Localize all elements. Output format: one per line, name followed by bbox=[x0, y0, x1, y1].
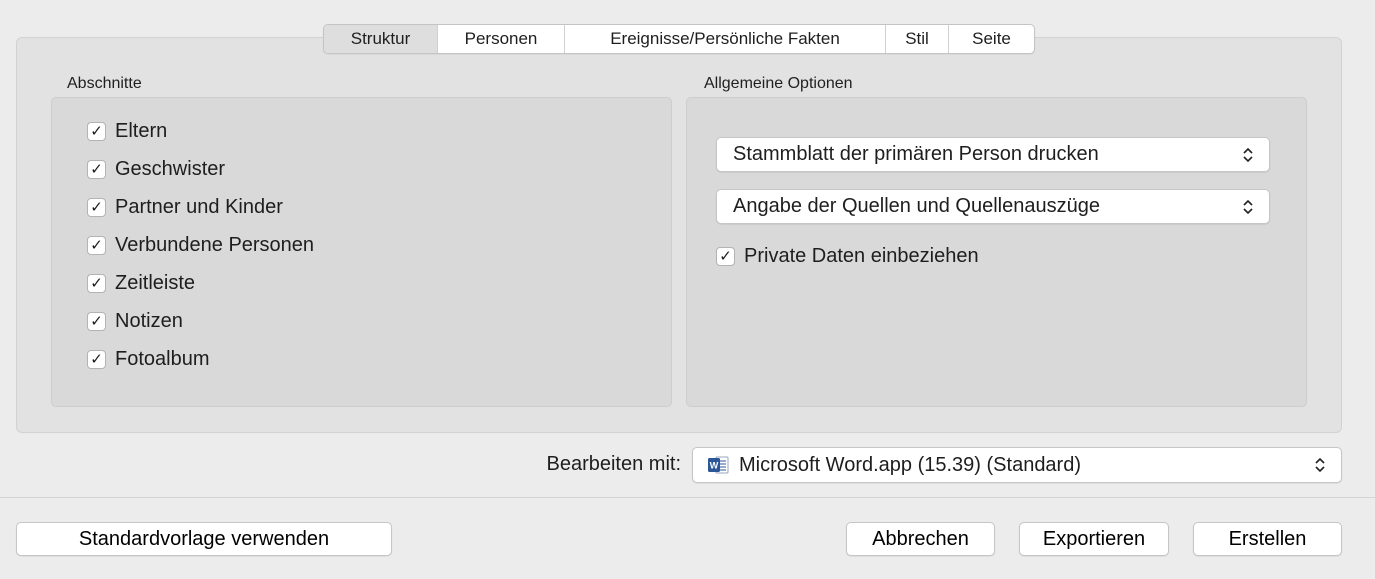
checkbox-label-verbundene-personen: Verbundene Personen bbox=[115, 233, 315, 256]
sections-group-box: ✓ Eltern ✓ Geschwister ✓ Partner und Kin… bbox=[51, 97, 672, 407]
checkbox-label-eltern: Eltern bbox=[115, 119, 168, 142]
checkbox-eltern[interactable]: ✓ bbox=[87, 121, 106, 141]
chevron-updown-icon bbox=[1237, 194, 1259, 220]
checkbox-label-fotoalbum: Fotoalbum bbox=[115, 347, 210, 370]
sections-group-title: Abschnitte bbox=[67, 75, 142, 92]
print-sheet-popup[interactable]: Stammblatt der primären Person drucken bbox=[716, 137, 1270, 172]
svg-text:W: W bbox=[710, 461, 719, 471]
checkbox-row-partner-kinder[interactable]: ✓ Partner und Kinder bbox=[87, 194, 283, 220]
checkbox-verbundene-personen[interactable]: ✓ bbox=[87, 235, 106, 255]
checkbox-row-eltern[interactable]: ✓ Eltern bbox=[87, 118, 167, 144]
checkbox-fotoalbum[interactable]: ✓ bbox=[87, 349, 106, 369]
checkbox-label-private-data: Private Daten einbeziehen bbox=[744, 244, 979, 267]
tab-stil[interactable]: Stil bbox=[886, 25, 949, 53]
checkbox-notizen[interactable]: ✓ bbox=[87, 311, 106, 331]
tab-struktur[interactable]: Struktur bbox=[324, 25, 438, 53]
checkbox-row-zeitleiste[interactable]: ✓ Zeitleiste bbox=[87, 270, 195, 296]
checkbox-row-geschwister[interactable]: ✓ Geschwister bbox=[87, 156, 225, 182]
checkbox-label-geschwister: Geschwister bbox=[115, 157, 226, 180]
general-options-group-box: Stammblatt der primären Person drucken A… bbox=[686, 97, 1307, 407]
checkbox-row-verbundene-personen[interactable]: ✓ Verbundene Personen bbox=[87, 232, 314, 258]
edit-with-label: Bearbeiten mit: bbox=[546, 453, 681, 475]
checkbox-row-notizen[interactable]: ✓ Notizen bbox=[87, 308, 183, 334]
export-button[interactable]: Exportieren bbox=[1019, 522, 1169, 556]
tab-seite[interactable]: Seite bbox=[949, 25, 1034, 53]
checkbox-row-private-data[interactable]: ✓ Private Daten einbeziehen bbox=[716, 243, 979, 269]
use-default-template-button[interactable]: Standardvorlage verwenden bbox=[16, 522, 392, 556]
cancel-button[interactable]: Abbrechen bbox=[846, 522, 995, 556]
checkbox-partner-kinder[interactable]: ✓ bbox=[87, 197, 106, 217]
checkbox-label-partner-kinder: Partner und Kinder bbox=[115, 195, 283, 218]
create-button[interactable]: Erstellen bbox=[1193, 522, 1342, 556]
edit-with-popup[interactable]: W Microsoft Word.app (15.39) (Standard) bbox=[692, 447, 1342, 483]
checkbox-private-data[interactable]: ✓ bbox=[716, 246, 735, 266]
sources-popup[interactable]: Angabe der Quellen und Quellenauszüge bbox=[716, 189, 1270, 224]
edit-with-popup-value: Microsoft Word.app (15.39) (Standard) bbox=[739, 453, 1082, 476]
tab-bar: Struktur Personen Ereignisse/Persönliche… bbox=[323, 24, 1035, 54]
chevron-updown-icon bbox=[1237, 142, 1259, 168]
tab-personen[interactable]: Personen bbox=[438, 25, 565, 53]
checkbox-geschwister[interactable]: ✓ bbox=[87, 159, 106, 179]
checkbox-row-fotoalbum[interactable]: ✓ Fotoalbum bbox=[87, 346, 210, 372]
chevron-updown-icon bbox=[1309, 452, 1331, 478]
print-sheet-popup-value: Stammblatt der primären Person drucken bbox=[733, 143, 1099, 165]
checkbox-zeitleiste[interactable]: ✓ bbox=[87, 273, 106, 293]
tab-ereignisse[interactable]: Ereignisse/Persönliche Fakten bbox=[565, 25, 886, 53]
checkbox-label-notizen: Notizen bbox=[115, 309, 183, 332]
footer-divider bbox=[0, 497, 1375, 498]
general-options-group-title: Allgemeine Optionen bbox=[704, 75, 853, 92]
sources-popup-value: Angabe der Quellen und Quellenauszüge bbox=[733, 195, 1100, 217]
checkbox-label-zeitleiste: Zeitleiste bbox=[115, 271, 196, 294]
word-app-icon: W bbox=[707, 454, 729, 476]
